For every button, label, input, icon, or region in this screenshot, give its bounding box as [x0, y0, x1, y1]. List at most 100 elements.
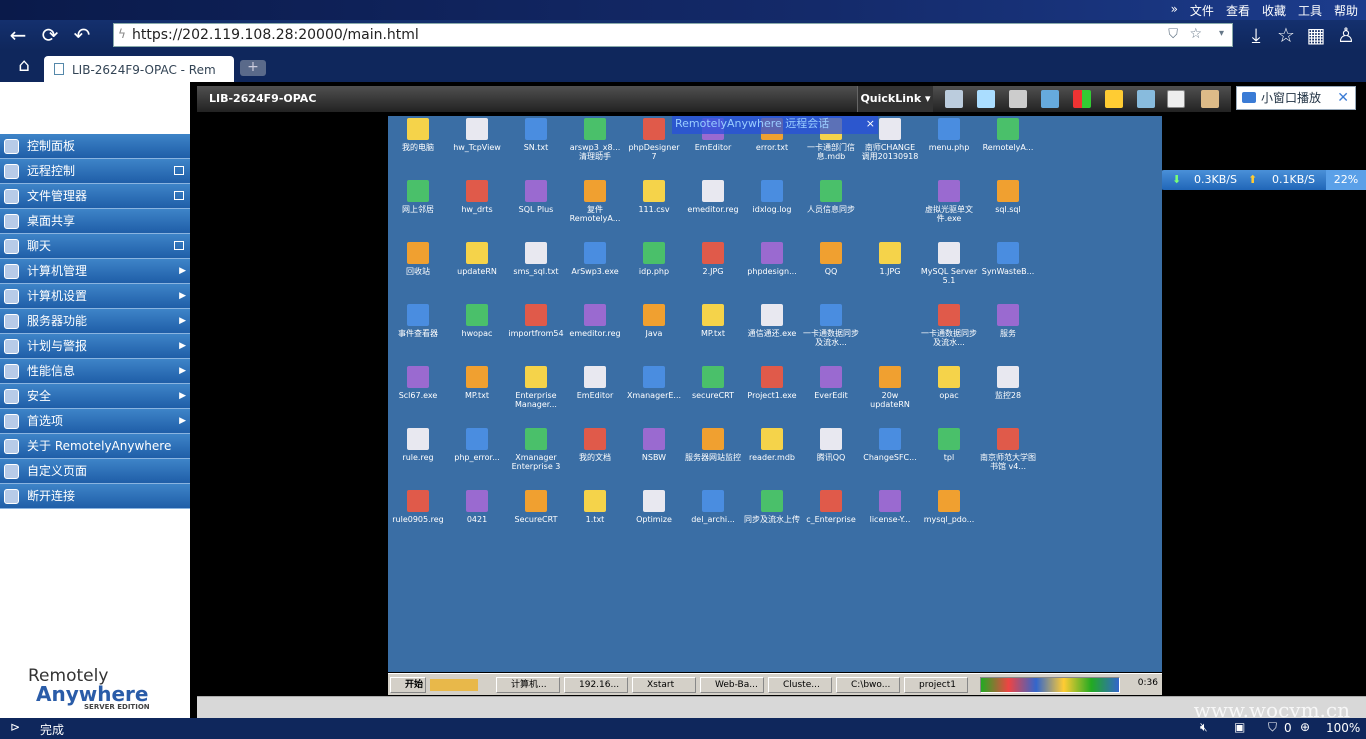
transfer-icon[interactable]	[1041, 90, 1059, 108]
shield-icon[interactable]: ⛉	[1268, 720, 1277, 735]
favorites-star-icon[interactable]: ☆	[1274, 23, 1298, 47]
desktop-icon[interactable]: 服务	[979, 304, 1037, 338]
desktop-icon[interactable]: ChangeSFC...	[861, 428, 919, 462]
desktop-icon[interactable]: 111.csv	[625, 180, 683, 214]
desktop-icon[interactable]: EverEdit	[802, 366, 860, 400]
zoom-level[interactable]: 100%	[1326, 721, 1360, 735]
desktop-icon[interactable]: 服务器网站监控	[684, 428, 742, 462]
desktop-icon[interactable]: c_Enterprise	[802, 490, 860, 524]
desktop-icon[interactable]: 我的电脑	[389, 118, 447, 152]
sidebar-item[interactable]: 计划与警报 ▶	[0, 334, 190, 359]
desktop-icon[interactable]: 复件 RemotelyA...	[566, 180, 624, 223]
undo-icon[interactable]: ↶	[70, 23, 94, 47]
desktop-icon[interactable]: XmanagerE...	[625, 366, 683, 400]
desktop-icon[interactable]: emeditor.reg	[566, 304, 624, 338]
taskbar-item[interactable]: C:\bwo...	[836, 677, 900, 693]
desktop-icon[interactable]: 1.JPG	[861, 242, 919, 276]
desktop-icon[interactable]: MP.txt	[684, 304, 742, 338]
color-icon[interactable]	[1073, 90, 1091, 108]
desktop-icon[interactable]: 通信通还.exe	[743, 304, 801, 338]
desktop-icon[interactable]: 一卡通数据同步及流水...	[802, 304, 860, 347]
sidebar-item[interactable]: 聊天	[0, 234, 190, 259]
desktop-icon[interactable]: del_archi...	[684, 490, 742, 524]
notes-icon[interactable]	[1201, 90, 1219, 108]
panel-toggle-icon[interactable]: ⊳	[10, 720, 20, 734]
desktop-icon[interactable]: NSBW	[625, 428, 683, 462]
taskbar-item[interactable]: 计算机...	[496, 677, 560, 693]
desktop-icon[interactable]: ArSwp3.exe	[566, 242, 624, 276]
desktop-icon[interactable]: QQ	[802, 242, 860, 276]
desktop-icon[interactable]: Optimize	[625, 490, 683, 524]
menu-item[interactable]: »	[1171, 2, 1178, 19]
remote-desktop[interactable]: 我的电脑 hw_TcpView SN.txt arswp3_x8... 清理助手 php…	[388, 116, 1162, 672]
desktop-icon[interactable]: RemotelyA...	[979, 118, 1037, 152]
desktop-icon[interactable]: 同步及流水上传	[743, 490, 801, 524]
sidebar-item[interactable]: 断开连接	[0, 484, 190, 509]
desktop-icon[interactable]: arswp3_x8... 清理助手	[566, 118, 624, 161]
clipboard-icon[interactable]	[1009, 90, 1027, 108]
sidebar-item[interactable]: 计算机管理 ▶	[0, 259, 190, 284]
zoom-icon[interactable]	[977, 90, 995, 108]
quick-launch-icons[interactable]	[430, 679, 478, 691]
desktop-icon[interactable]: php_error...	[448, 428, 506, 462]
desktop-icon[interactable]: 2.JPG	[684, 242, 742, 276]
desktop-icon[interactable]: 回收站	[389, 242, 447, 276]
bookmark-star-icon[interactable]: ☆	[1189, 26, 1202, 42]
desktop-icon[interactable]: reader.mdb	[743, 428, 801, 462]
desktop-icon[interactable]: 一卡通数据同步及流水...	[920, 304, 978, 347]
user-icon[interactable]: ♙	[1334, 23, 1358, 47]
desktop-icon[interactable]: rule0905.reg	[389, 490, 447, 524]
desktop-icon[interactable]: Java	[625, 304, 683, 338]
desktop-icon[interactable]: MP.txt	[448, 366, 506, 400]
screenshot-icon[interactable]: ▣	[1234, 720, 1245, 734]
desktop-icon[interactable]: 监控28	[979, 366, 1037, 400]
new-tab-button[interactable]: +	[240, 60, 266, 76]
new-window-icon[interactable]	[174, 166, 184, 175]
desktop-icon[interactable]: Enterprise Manager...	[507, 366, 565, 409]
desktop-icon[interactable]: hw_drts	[448, 180, 506, 214]
small-window-play-button[interactable]: 小窗口播放 ✕	[1236, 86, 1356, 110]
desktop-icon[interactable]: emeditor.reg	[684, 180, 742, 214]
refresh-icon[interactable]: ⟳	[38, 23, 62, 47]
tab-active[interactable]: LIB-2624F9-OPAC - Rem	[44, 56, 234, 82]
check-icon[interactable]	[1167, 90, 1185, 108]
desktop-icon[interactable]: 我的文档	[566, 428, 624, 462]
desktop-icon[interactable]: secureCRT	[684, 366, 742, 400]
keyboard-icon[interactable]	[945, 90, 963, 108]
sidebar-item[interactable]: 远程控制	[0, 159, 190, 184]
desktop-icon[interactable]: updateRN	[448, 242, 506, 276]
taskbar-item[interactable]: Xstart	[632, 677, 696, 693]
sidebar-item[interactable]: 首选项 ▶	[0, 409, 190, 434]
desktop-icon[interactable]: idxlog.log	[743, 180, 801, 214]
address-bar[interactable]: ϟ https://202.119.108.28:20000/main.html…	[113, 23, 1233, 47]
taskbar-item[interactable]: Cluste...	[768, 677, 832, 693]
desktop-icon[interactable]: menu.php	[920, 118, 978, 152]
desktop-icon[interactable]: 网上邻居	[389, 180, 447, 214]
desktop-icon[interactable]: Project1.exe	[743, 366, 801, 400]
start-button[interactable]: 开始	[390, 677, 426, 693]
desktop-icon[interactable]: opac	[920, 366, 978, 400]
shield-icon[interactable]: ⛉	[1168, 27, 1178, 42]
sidebar-item[interactable]: 自定义页面	[0, 459, 190, 484]
taskbar-item[interactable]: 192.16...	[564, 677, 628, 693]
new-window-icon[interactable]	[174, 241, 184, 250]
apps-grid-icon[interactable]: ▦	[1304, 23, 1328, 47]
desktop-icon[interactable]: 腾讯QQ	[802, 428, 860, 462]
desktop-icon[interactable]: Scl67.exe	[389, 366, 447, 400]
close-icon[interactable]: ✕	[1337, 87, 1349, 109]
globe-icon[interactable]: ⊕	[1300, 720, 1310, 734]
sidebar-item[interactable]: 关于 RemotelyAnywhere	[0, 434, 190, 459]
desktop-icon[interactable]: EmEditor	[566, 366, 624, 400]
volume-mute-icon[interactable]: 🔇︎	[1200, 720, 1208, 735]
back-arrow-icon[interactable]: ←	[6, 23, 30, 47]
menu-item[interactable]: 文件	[1190, 2, 1214, 19]
desktop-icon[interactable]: sql.sql	[979, 180, 1037, 214]
system-tray[interactable]	[980, 677, 1120, 693]
desktop-icon[interactable]: Xmanager Enterprise 3	[507, 428, 565, 471]
taskbar-item[interactable]: project1	[904, 677, 968, 693]
sidebar-item[interactable]: 计算机设置 ▶	[0, 284, 190, 309]
menu-item[interactable]: 工具	[1298, 2, 1322, 19]
lock-icon[interactable]	[1105, 90, 1123, 108]
new-window-icon[interactable]	[174, 191, 184, 200]
sidebar-item[interactable]: 桌面共享	[0, 209, 190, 234]
